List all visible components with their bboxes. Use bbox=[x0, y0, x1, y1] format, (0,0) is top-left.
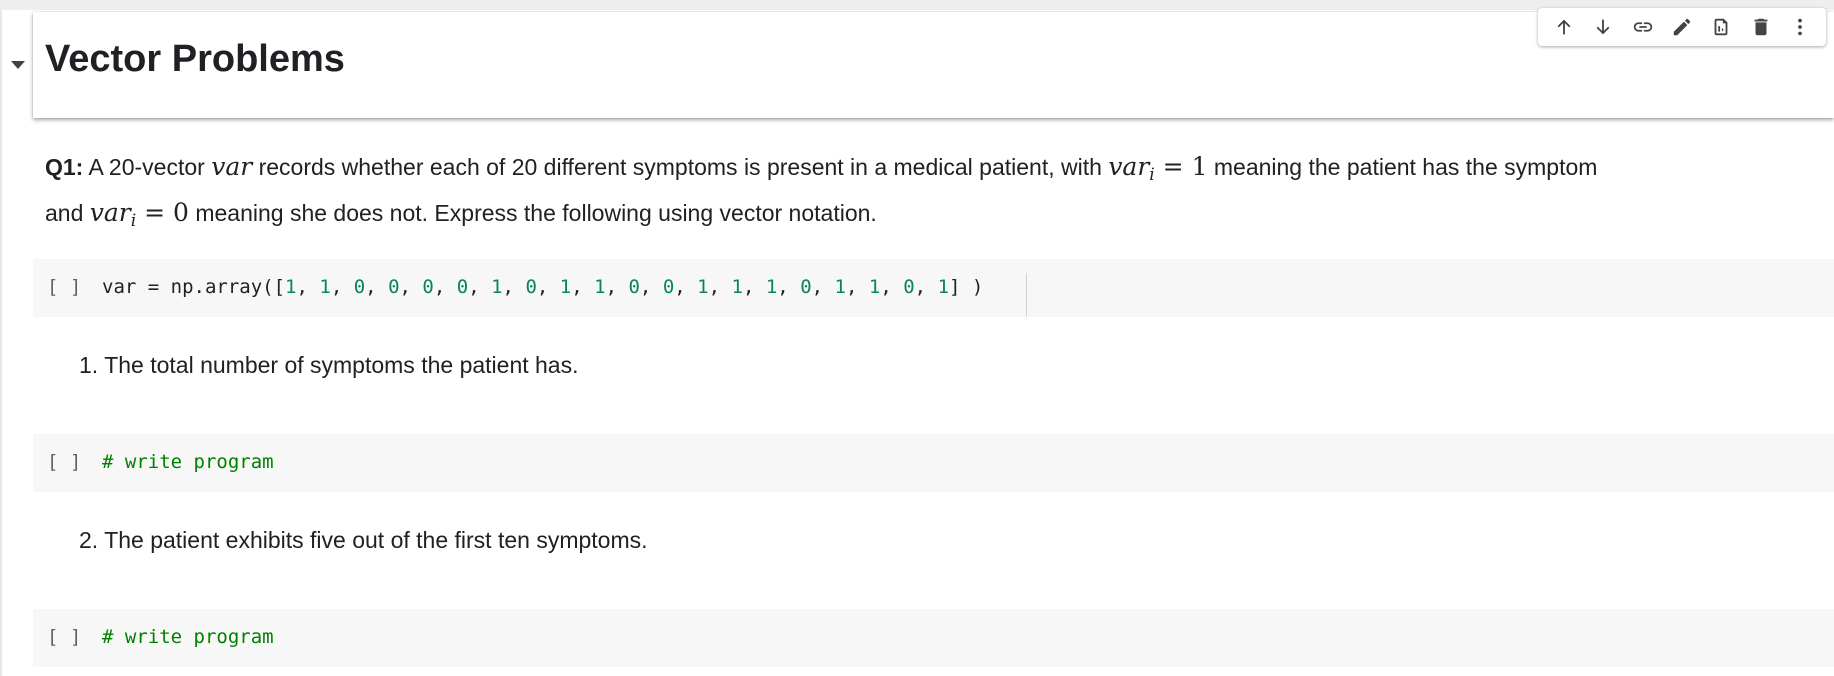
code-cell[interactable]: [ ] var = np.array([1, 1, 0, 0, 0, 0, 1,… bbox=[33, 259, 1834, 317]
list-text: The patient exhibits five out of the fir… bbox=[104, 527, 648, 553]
array-number-token: 1 bbox=[594, 276, 606, 298]
comma-separator: , bbox=[330, 276, 354, 298]
comma-separator: , bbox=[674, 276, 698, 298]
array-number-token: 0 bbox=[388, 276, 400, 298]
comma-separator: , bbox=[639, 276, 663, 298]
list-number: 1. bbox=[79, 352, 99, 378]
question-text-d: meaning she does not. Express the follow… bbox=[188, 200, 877, 226]
comma-separator: , bbox=[296, 276, 320, 298]
trash-icon bbox=[1754, 18, 1768, 36]
comma-separator: , bbox=[433, 276, 457, 298]
comma-separator: , bbox=[365, 276, 389, 298]
math-var: var bbox=[211, 152, 253, 181]
array-number-token: 0 bbox=[628, 276, 640, 298]
math-var-symbol: var bbox=[1108, 152, 1150, 181]
delete-cell-button[interactable] bbox=[1745, 11, 1777, 43]
array-number-token: 1 bbox=[834, 276, 846, 298]
array-number-token: 1 bbox=[765, 276, 778, 298]
code-comment[interactable]: # write program bbox=[102, 451, 274, 473]
array-number-token: 0 bbox=[456, 276, 469, 298]
pencil-icon bbox=[1673, 18, 1691, 36]
arrow-down-icon bbox=[1596, 19, 1610, 35]
comma-separator: , bbox=[468, 276, 492, 298]
mirror-cell-button[interactable] bbox=[1705, 11, 1737, 43]
comma-separator: , bbox=[708, 276, 732, 298]
edit-cell-button[interactable] bbox=[1666, 11, 1698, 43]
move-cell-down-button[interactable] bbox=[1587, 11, 1619, 43]
comma-separator: , bbox=[880, 276, 904, 298]
array-number-token: 1 bbox=[937, 276, 950, 298]
collapse-section-icon[interactable] bbox=[11, 61, 25, 69]
question-label: Q1: bbox=[45, 154, 84, 180]
code-line[interactable]: var = np.array([1, 1, 0, 0, 0, 0, 1, 0, … bbox=[102, 276, 983, 298]
list-item[interactable]: 2. The patient exhibits five out of the f… bbox=[79, 527, 648, 554]
list-text: The total number of symptoms the patient… bbox=[104, 352, 579, 378]
math-var-i-eq-0: vari = 0 bbox=[89, 198, 189, 231]
comma-separator: , bbox=[777, 276, 801, 298]
editor-divider bbox=[1026, 273, 1027, 317]
comma-separator: , bbox=[536, 276, 560, 298]
comma-separator: , bbox=[502, 276, 526, 298]
array-number-token: 1 bbox=[285, 276, 297, 298]
code-suffix: ] ) bbox=[949, 276, 984, 298]
list-item[interactable]: 1. The total number of symptoms the patie… bbox=[79, 352, 578, 379]
comma-separator: , bbox=[845, 276, 869, 298]
heading-cell[interactable]: Vector Problems bbox=[33, 8, 1834, 118]
array-number-token: 1 bbox=[559, 276, 572, 298]
question-text-a: A 20-vector bbox=[83, 154, 212, 180]
array-number-token: 1 bbox=[319, 276, 331, 298]
array-number-token: 0 bbox=[353, 276, 366, 298]
math-var-i-eq-1: vari = 1 bbox=[1108, 152, 1208, 185]
math-equals-one: = 1 bbox=[1154, 152, 1208, 181]
arrow-up-icon bbox=[1557, 19, 1571, 35]
list-number: 2. bbox=[79, 527, 99, 553]
comma-separator: , bbox=[605, 276, 629, 298]
more-vert-icon bbox=[1798, 18, 1803, 36]
math-var-symbol: var bbox=[89, 198, 131, 227]
array-number-token: 0 bbox=[903, 276, 915, 298]
array-values: 1, 1, 0, 0, 0, 0, 1, 0, 1, 1, 0, 0, 1, 1… bbox=[285, 276, 949, 298]
comma-separator: , bbox=[399, 276, 423, 298]
comma-separator: , bbox=[742, 276, 766, 298]
code-cell[interactable]: [ ] # write program bbox=[33, 609, 1834, 667]
array-number-token: 1 bbox=[697, 276, 709, 298]
run-cell-button[interactable]: [ ] bbox=[47, 276, 81, 298]
math-equals-zero: = 0 bbox=[136, 198, 189, 227]
run-cell-button[interactable]: [ ] bbox=[47, 451, 81, 473]
link-icon bbox=[1633, 22, 1652, 32]
move-cell-up-button[interactable] bbox=[1548, 11, 1580, 43]
code-cell[interactable]: [ ] # write program bbox=[33, 434, 1834, 492]
section-heading: Vector Problems bbox=[45, 38, 345, 80]
run-cell-button[interactable]: [ ] bbox=[47, 626, 81, 648]
comma-separator: , bbox=[914, 276, 938, 298]
left-rule bbox=[0, 10, 2, 676]
array-number-token: 0 bbox=[662, 276, 675, 298]
array-number-token: 0 bbox=[422, 276, 434, 298]
array-number-token: 1 bbox=[731, 276, 743, 298]
code-comment[interactable]: # write program bbox=[102, 626, 274, 648]
mirror-icon bbox=[1714, 18, 1728, 36]
comma-separator: , bbox=[811, 276, 835, 298]
question-text-cell[interactable]: Q1: A 20-vector var records whether each… bbox=[45, 148, 1605, 240]
code-prefix: var = np.array([ bbox=[102, 276, 286, 298]
cell-toolbar bbox=[1538, 8, 1826, 46]
array-number-token: 1 bbox=[868, 276, 881, 298]
array-number-token: 0 bbox=[525, 276, 537, 298]
comma-separator: , bbox=[571, 276, 595, 298]
more-actions-button[interactable] bbox=[1784, 11, 1816, 43]
copy-link-button[interactable] bbox=[1627, 11, 1659, 43]
array-number-token: 0 bbox=[800, 276, 812, 298]
question-text-b: records whether each of 20 different sym… bbox=[252, 154, 1109, 180]
array-number-token: 1 bbox=[491, 276, 503, 298]
